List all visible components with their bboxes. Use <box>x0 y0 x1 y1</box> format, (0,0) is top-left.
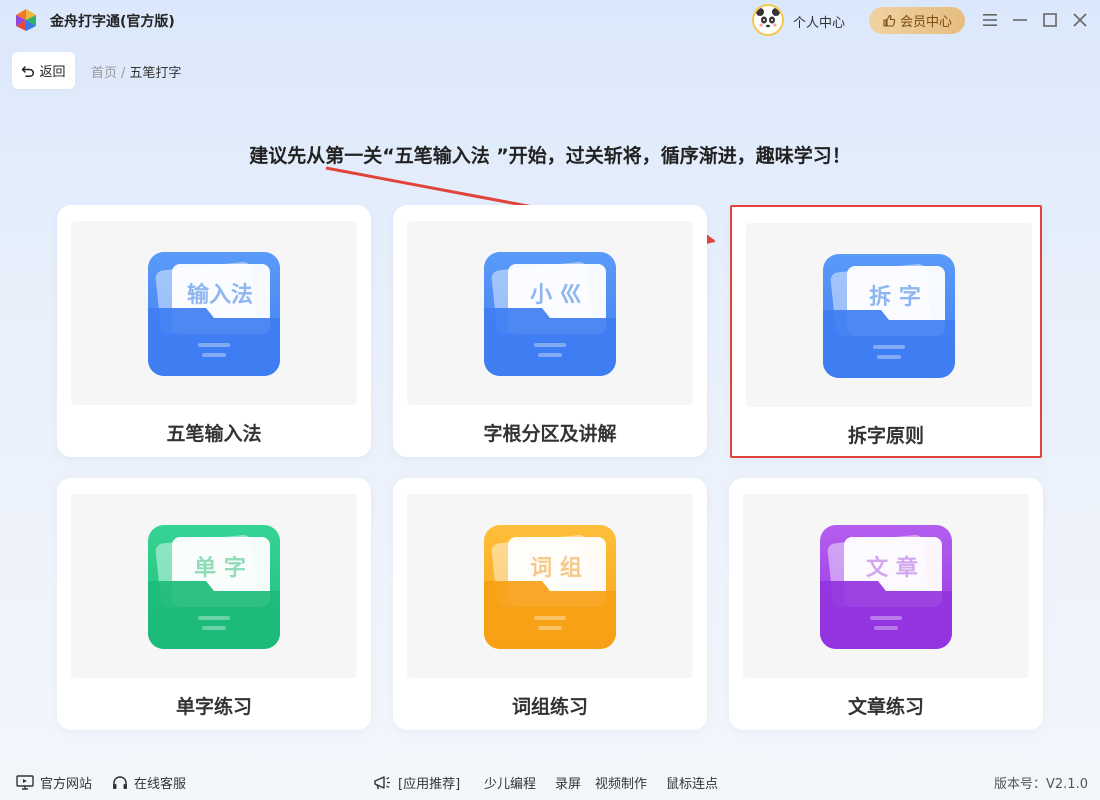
online-service-label: 在线客服 <box>134 777 187 792</box>
thumbs-up-icon <box>883 14 896 27</box>
maximize-icon <box>1043 13 1057 27</box>
breadcrumb-current: 五笔打字 <box>129 66 182 81</box>
version-text: 版本号：V2.1.0 <box>994 777 1088 792</box>
folder-icon: 输入法 <box>148 252 280 376</box>
breadcrumb-home[interactable]: 首页 <box>91 66 117 81</box>
card-illustration-area: 词 组 <box>407 494 693 678</box>
minimize-button[interactable] <box>1010 10 1030 30</box>
vip-center-button[interactable]: 会员中心 <box>869 7 965 34</box>
footer: 官方网站 在线客服 [应用推荐] 少儿编程 录屏 视频制作 鼠标连点 版本号：V… <box>0 765 1100 795</box>
card-label: 字根分区及讲解 <box>483 423 617 445</box>
footer-link-video-making[interactable]: 视频制作 <box>595 773 647 792</box>
card-illustration-area: 输入法 <box>71 221 357 405</box>
close-icon <box>1073 13 1087 27</box>
megaphone-icon <box>374 775 390 789</box>
card-label: 词组练习 <box>511 696 588 718</box>
back-arrow-icon <box>22 65 35 77</box>
card-label: 五笔输入法 <box>166 423 262 445</box>
recommend-section: [应用推荐] <box>372 773 460 792</box>
footer-link-auto-clicker[interactable]: 鼠标连点 <box>666 773 718 792</box>
card-label: 拆字原则 <box>847 425 924 447</box>
folder-icon: 单 字 <box>148 525 280 649</box>
minimize-icon <box>1013 19 1027 21</box>
card-label: 单字练习 <box>175 696 252 718</box>
recommend-label: [应用推荐] <box>398 777 461 792</box>
folder-text: 小 巛 <box>530 283 582 308</box>
card-phrase-practice[interactable]: 词 组词组练习 <box>393 478 707 730</box>
hint-text: 建议先从第一关“五笔输入法 ”开始，过关斩将，循序渐进，趣味学习！ <box>249 145 851 167</box>
personal-center-link[interactable]: 个人中心 <box>793 12 845 31</box>
folder-icon: 拆 字 <box>823 254 955 378</box>
close-button[interactable] <box>1070 10 1090 30</box>
card-radical-zones[interactable]: 小 巛字根分区及讲解 <box>393 205 707 457</box>
card-illustration-area: 单 字 <box>71 494 357 678</box>
folder-text: 输入法 <box>187 282 253 308</box>
breadcrumb: 首页 / 五笔打字 <box>91 62 181 81</box>
back-label: 返回 <box>39 65 66 80</box>
hamburger-menu-icon <box>983 14 997 26</box>
official-site-label: 官方网站 <box>40 777 93 792</box>
card-illustration-area: 小 巛 <box>407 221 693 405</box>
folder-text: 拆 字 <box>869 284 921 310</box>
folder-text: 文 章 <box>866 555 918 581</box>
card-split-rules[interactable]: 拆 字拆字原则 <box>730 205 1042 458</box>
footer-link-screen-record[interactable]: 录屏 <box>555 773 581 792</box>
panda-avatar-icon <box>756 8 780 32</box>
monitor-icon <box>16 775 34 790</box>
official-site-link[interactable]: 官方网站 <box>16 773 92 792</box>
maximize-button[interactable] <box>1040 10 1060 30</box>
folder-icon: 文 章 <box>820 525 952 649</box>
vip-center-label: 会员中心 <box>899 15 952 30</box>
back-button[interactable]: 返回 <box>12 52 75 89</box>
card-wubi-input-method[interactable]: 输入法五笔输入法 <box>57 205 371 457</box>
folder-icon: 词 组 <box>484 525 616 649</box>
headset-icon <box>113 775 127 789</box>
card-single-char-practice[interactable]: 单 字单字练习 <box>57 478 371 730</box>
folder-text: 词 组 <box>530 555 582 581</box>
card-illustration-area: 拆 字 <box>746 223 1032 407</box>
card-article-practice[interactable]: 文 章文章练习 <box>729 478 1043 730</box>
footer-link-kids-coding[interactable]: 少儿编程 <box>484 773 536 792</box>
card-label: 文章练习 <box>847 696 924 718</box>
app-title: 金舟打字通(官方版) <box>50 14 175 30</box>
title-bar: 金舟打字通(官方版) 个人中心 会员中心 <box>0 0 1100 40</box>
breadcrumb-separator: / <box>121 66 126 81</box>
app-logo-icon <box>16 9 36 31</box>
folder-text: 单 字 <box>194 555 246 581</box>
avatar[interactable] <box>752 4 784 36</box>
menu-button[interactable] <box>980 10 1000 30</box>
folder-icon: 小 巛 <box>484 252 616 376</box>
card-illustration-area: 文 章 <box>743 494 1029 678</box>
online-service-link[interactable]: 在线客服 <box>112 773 186 792</box>
